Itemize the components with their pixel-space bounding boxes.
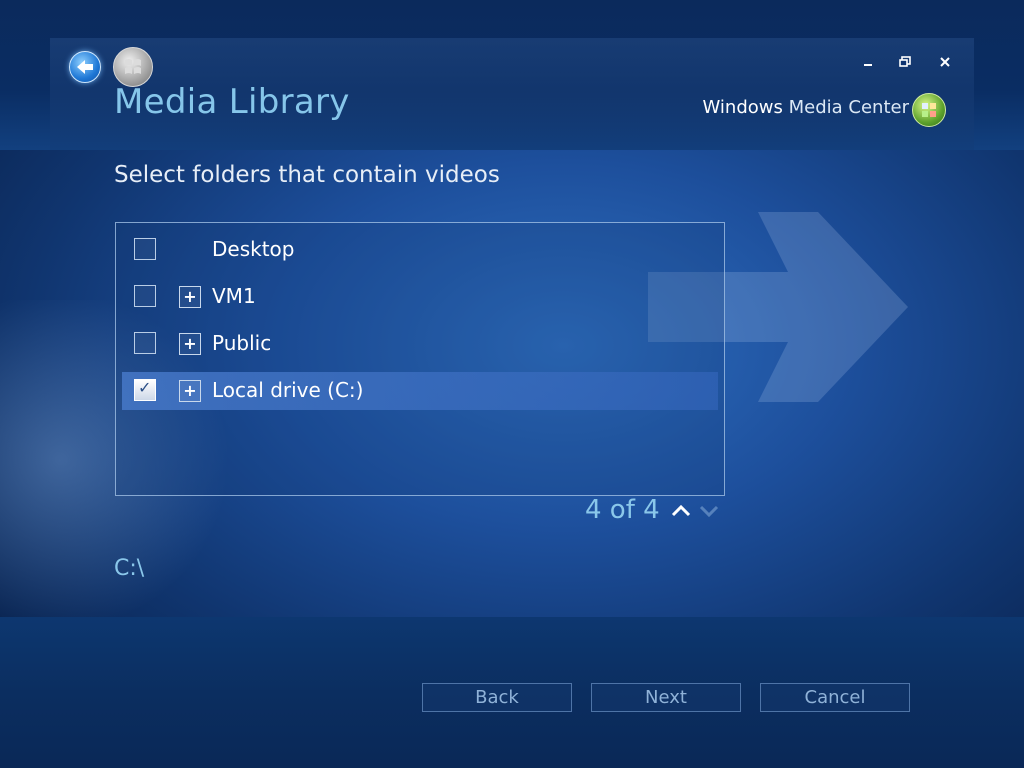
checkmark-icon: ✓ xyxy=(138,378,152,397)
folder-label: VM1 xyxy=(212,284,256,308)
folder-row-vm1[interactable]: + VM1 xyxy=(122,278,718,316)
page-subtitle: Select folders that contain videos xyxy=(114,162,500,188)
brand-light: Media Center xyxy=(788,97,909,118)
folder-checkbox[interactable] xyxy=(134,285,156,307)
restore-icon[interactable] xyxy=(896,54,914,70)
brand-bold: Windows xyxy=(702,97,783,118)
expand-plus-icon[interactable]: + xyxy=(179,380,201,402)
title-bar xyxy=(0,0,1024,150)
folder-checkbox-checked[interactable]: ✓ xyxy=(134,378,156,401)
expand-plus-icon[interactable]: + xyxy=(179,286,201,308)
expand-plus-icon[interactable]: + xyxy=(179,333,201,355)
page-title: Media Library xyxy=(114,82,350,122)
folder-row-local-drive[interactable]: ✓ + Local drive (C:) xyxy=(122,372,718,410)
folder-label: Local drive (C:) xyxy=(212,378,364,402)
cancel-button[interactable]: Cancel xyxy=(760,683,910,712)
brand-label: Windows Media Center xyxy=(703,97,909,118)
windows-logo-icon xyxy=(912,93,946,127)
media-center-window: Media Library Windows Media Center Selec… xyxy=(0,0,1024,768)
minimize-icon[interactable] xyxy=(859,54,877,70)
back-arrow-icon[interactable] xyxy=(69,51,101,83)
folder-row-desktop[interactable]: Desktop xyxy=(122,231,718,269)
close-icon[interactable] xyxy=(936,54,954,70)
folder-label: Public xyxy=(212,331,272,355)
selected-path: C:\ xyxy=(114,556,145,581)
start-orb-icon[interactable] xyxy=(113,47,153,87)
folder-label: Desktop xyxy=(212,237,295,261)
pager-count: 4 of 4 xyxy=(585,495,660,525)
folder-row-public[interactable]: + Public xyxy=(122,325,718,363)
folder-list: Desktop + VM1 + Public ✓ + Local drive (… xyxy=(115,222,725,496)
next-button[interactable]: Next xyxy=(591,683,741,712)
folder-checkbox[interactable] xyxy=(134,332,156,354)
chevron-down-icon[interactable] xyxy=(698,500,720,522)
back-button[interactable]: Back xyxy=(422,683,572,712)
folder-checkbox[interactable] xyxy=(134,238,156,260)
chevron-up-icon[interactable] xyxy=(670,500,692,522)
